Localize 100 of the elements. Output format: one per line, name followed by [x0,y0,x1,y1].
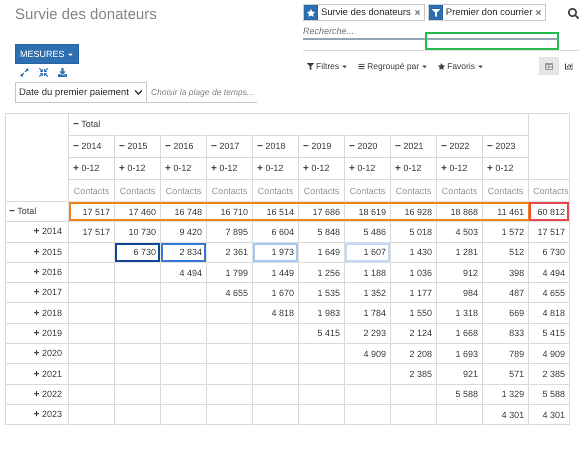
table-cell: 1 177 [390,282,436,303]
table-cell: 6 604 [252,222,298,242]
measure-header: Contacts [344,180,390,202]
table-cell: 4 909 [528,344,570,364]
table-cell: 16 928 [390,202,436,222]
table-cell: 5 588 [528,384,570,404]
table-cell: 1 188 [344,262,390,283]
table-cell: 984 [436,282,482,303]
table-cell: 4 655 [528,282,570,303]
column-header[interactable]: − Total [68,114,529,136]
table-cell: 5 415 [528,323,570,344]
table-cell: 6 730 [528,242,570,262]
table-cell: 2 361 [206,242,252,262]
table-cell: 1 256 [298,262,344,283]
column-header[interactable]: + 0-12 [160,158,206,180]
table-cell: 17 460 [114,202,160,222]
column-header[interactable]: − 2016 [160,136,206,158]
column-header[interactable]: − 2015 [114,136,160,158]
measure-header: Contacts [482,180,529,202]
table-cell: 1 607 [344,242,390,262]
table-cell: 5 018 [390,222,436,242]
column-header[interactable]: − 2019 [298,136,344,158]
search-facet[interactable]: Survie des donateurs [303,4,425,21]
table-cell: 1 036 [390,262,436,283]
row-header[interactable]: + 2020 [6,344,68,364]
table-cell: 1 799 [206,262,252,283]
table-cell: 4 301 [528,404,570,425]
column-header[interactable]: + 0-12 [68,158,114,180]
measure-header: Contacts [206,180,252,202]
table-cell: 4 818 [252,302,298,324]
row-header[interactable]: + 2019 [6,323,68,344]
table-cell: 5 486 [344,222,390,242]
row-header[interactable]: + 2022 [6,384,68,404]
column-header[interactable]: + 0-12 [298,158,344,180]
table-cell: 1 668 [436,323,482,344]
table-cell: 4 494 [528,262,570,283]
column-header[interactable]: − 2014 [68,136,114,158]
table-cell: 18 619 [344,202,390,222]
table-cell: 9 420 [160,222,206,242]
table-cell: 4 494 [160,262,206,283]
column-header[interactable]: + 0-12 [344,158,390,180]
column-header[interactable]: − 2022 [436,136,482,158]
table-cell: 1 572 [482,222,529,242]
table-cell: 2 834 [160,242,206,262]
row-header[interactable]: + 2015 [6,242,68,262]
column-header[interactable]: − 2021 [390,136,436,158]
column-header[interactable]: − 2020 [344,136,390,158]
table-cell: 1 352 [344,282,390,303]
page-title: Survie des donateurs [15,6,158,25]
row-header[interactable]: + 2023 [6,404,68,425]
column-header[interactable]: − 2017 [206,136,252,158]
column-header[interactable]: + 0-12 [114,158,160,180]
column-header[interactable]: + 0-12 [436,158,482,180]
table-cell: 2 208 [390,344,436,364]
table-cell: 833 [482,323,529,344]
search-facet[interactable]: Premier don courrier [428,4,546,21]
toolbar-menu[interactable]: Filtres [303,61,354,71]
table-cell: 789 [482,344,529,364]
table-cell: 1 318 [436,302,482,324]
table-cell: 18 868 [436,202,482,222]
table-cell: 921 [436,364,482,384]
toolbar-menu[interactable]: Regroupé par [354,61,434,71]
row-header[interactable]: − Total [6,202,68,222]
table-cell: 487 [482,282,529,303]
table-cell: 17 517 [68,222,114,242]
table-cell: 2 385 [528,364,570,384]
table-cell: 6 730 [114,242,160,262]
column-header[interactable]: + 0-12 [390,158,436,180]
table-cell: 1 670 [252,282,298,303]
table-cell: 1 983 [298,302,344,324]
table-cell: 669 [482,302,529,324]
measure-header: Contacts [252,180,298,202]
measure-header: Contacts [528,180,570,202]
table-cell: 10 730 [114,222,160,242]
table-cell: 2 385 [390,364,436,384]
row-header[interactable]: + 2021 [6,364,68,384]
row-header[interactable]: + 2018 [6,302,68,324]
table-cell: 16 514 [252,202,298,222]
measures-button[interactable]: MESURES [15,44,79,64]
row-header[interactable]: + 2016 [6,262,68,283]
table-cell: 398 [482,262,529,283]
table-cell: 5 415 [298,323,344,344]
table-cell: 4 503 [436,222,482,242]
table-cell: 1 329 [482,384,529,404]
table-cell: 2 124 [390,323,436,344]
measure-header: Contacts [114,180,160,202]
table-cell: 17 686 [298,202,344,222]
table-cell: 17 517 [528,222,570,242]
column-header[interactable]: − 2018 [252,136,298,158]
column-header[interactable]: + 0-12 [252,158,298,180]
toolbar-menu[interactable]: Favoris [434,61,490,71]
table-cell: 4 655 [206,282,252,303]
table-cell: 5 848 [298,222,344,242]
row-header[interactable]: + 2017 [6,282,68,303]
row-header[interactable]: + 2014 [6,222,68,242]
measure-header: Contacts [68,180,114,202]
date-select[interactable]: Date du premier paiement [15,82,147,103]
column-header[interactable]: + 0-12 [206,158,252,180]
measure-header: Contacts [160,180,206,202]
table-cell: 16 748 [160,202,206,222]
